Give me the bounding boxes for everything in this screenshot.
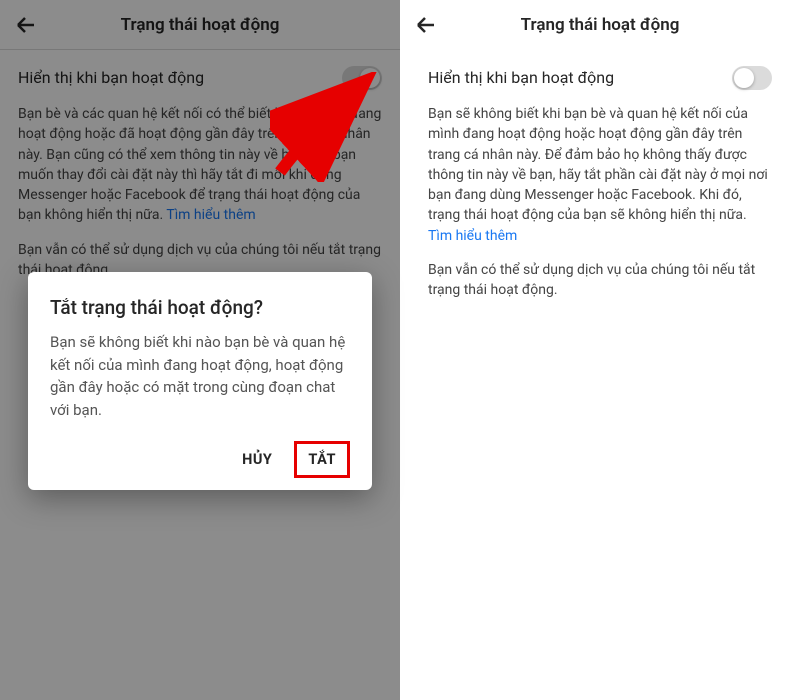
activity-status-toggle[interactable]	[342, 66, 382, 90]
confirm-dialog: Tắt trạng thái hoạt động? Bạn sẽ không b…	[28, 272, 372, 490]
learn-more-link[interactable]: Tìm hiểu thêm	[166, 207, 255, 223]
learn-more-link[interactable]: Tìm hiểu thêm	[428, 228, 517, 244]
header: Trạng thái hoạt động	[400, 0, 800, 50]
activity-status-description: Bạn sẽ không biết khi bạn bè và quan hệ …	[428, 104, 772, 246]
activity-status-toggle[interactable]	[732, 66, 772, 90]
dialog-actions: HỦY TẮT	[50, 441, 350, 478]
left-screen: Trạng thái hoạt động Hiển thị khi bạn ho…	[0, 0, 400, 700]
content: Hiển thị khi bạn hoạt động Bạn bè và các…	[0, 50, 400, 296]
description-text: Bạn bè và các quan hệ kết nối có thể biế…	[18, 106, 381, 223]
dialog-body: Bạn sẽ không biết khi nào bạn bè và quan…	[50, 331, 350, 421]
activity-status-row: Hiển thị khi bạn hoạt động	[18, 66, 382, 90]
activity-status-note: Bạn vẫn có thể sử dụng dịch vụ của chúng…	[428, 260, 772, 301]
activity-status-label: Hiển thị khi bạn hoạt động	[18, 66, 204, 89]
right-screen: Trạng thái hoạt động Hiển thị khi bạn ho…	[400, 0, 800, 700]
page-title: Trạng thái hoạt động	[412, 15, 788, 35]
back-arrow-icon	[414, 13, 438, 37]
back-button[interactable]	[12, 11, 40, 39]
page-title: Trạng thái hoạt động	[12, 15, 388, 35]
cancel-button[interactable]: HỦY	[228, 441, 286, 478]
header: Trạng thái hoạt động	[0, 0, 400, 50]
confirm-off-button[interactable]: TẮT	[294, 441, 350, 478]
back-arrow-icon	[14, 13, 38, 37]
activity-status-row: Hiển thị khi bạn hoạt động	[428, 66, 772, 90]
activity-status-label: Hiển thị khi bạn hoạt động	[428, 66, 614, 89]
dialog-title: Tắt trạng thái hoạt động?	[50, 296, 350, 319]
activity-status-description: Bạn bè và các quan hệ kết nối có thể biế…	[18, 104, 382, 226]
back-button[interactable]	[412, 11, 440, 39]
description-text: Bạn sẽ không biết khi bạn bè và quan hệ …	[428, 106, 768, 223]
content: Hiển thị khi bạn hoạt động Bạn sẽ không …	[400, 50, 800, 317]
